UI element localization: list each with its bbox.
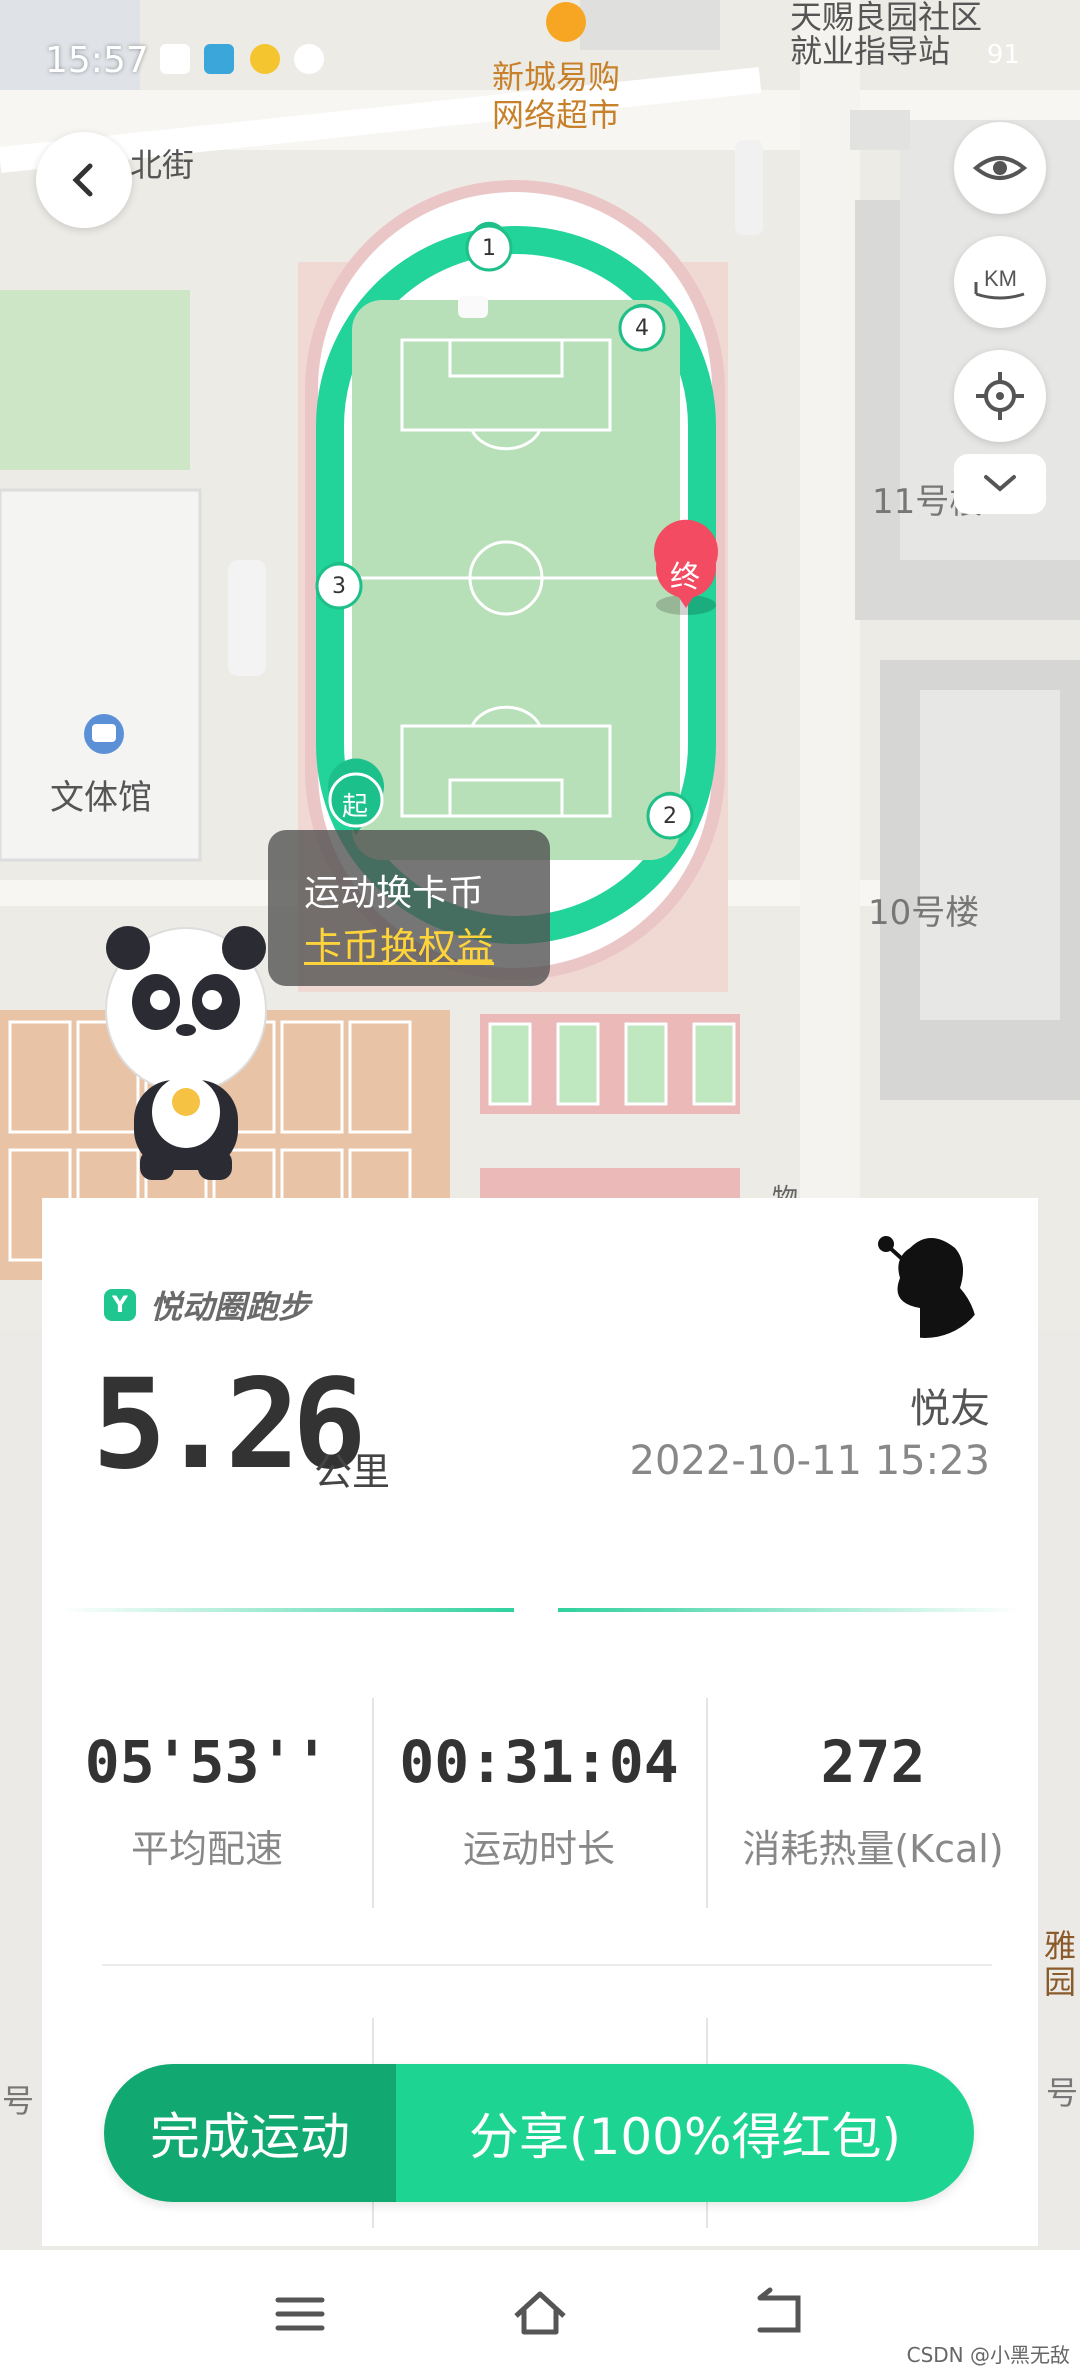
chat-notification-icon (294, 44, 324, 74)
music-notification-icon (250, 44, 280, 74)
edge-text-right: 号 (1046, 2074, 1079, 2112)
map-view[interactable]: 新城易购 网络超市 天赐良园社区 就业指导站 北街 文体馆 11号楼 10号楼 … (0, 0, 1080, 1330)
calories-value: 272 (820, 1728, 926, 1796)
promo-link[interactable]: 卡币换权益 (304, 916, 494, 971)
collapse-controls-button[interactable] (954, 454, 1046, 514)
back-button[interactable] (36, 132, 132, 228)
pace-label: 平均配速 (130, 1827, 283, 1871)
user-name: 悦友 (910, 1386, 990, 1432)
app-notification-icon (160, 44, 190, 74)
chevron-down-icon (984, 475, 1016, 492)
calories-label: 消耗热量(Kcal) (742, 1827, 1004, 1871)
start-marker-label: 起 (342, 792, 369, 822)
back-arrow-icon (72, 163, 93, 197)
edge-text-ya: 雅园 (1044, 1927, 1077, 2001)
km-marker-toggle-button[interactable]: KM (954, 236, 1046, 328)
duration-label: 运动时长 (462, 1827, 615, 1871)
stat-pace: 05'53'' 平均配速 (42, 1728, 372, 1873)
boss-notification-icon (204, 44, 234, 74)
watermark: CSDN @小黑无敌 (906, 2343, 1070, 2367)
pace-value: 05'53'' (84, 1728, 330, 1796)
km-marker-2-label: 2 (663, 804, 677, 829)
promo-line-1: 运动换卡币 (304, 873, 485, 914)
divider-right (558, 1608, 1020, 1612)
locate-icon (976, 372, 1024, 420)
distance-unit: 公里 (314, 1450, 391, 1494)
map-canvas (0, 0, 1080, 1330)
run-datetime: 2022-10-11 15:23 (629, 1438, 990, 1484)
end-marker-label: 终 (670, 560, 700, 595)
duration-value: 00:31:04 (399, 1728, 679, 1796)
stats-row-divider (102, 1964, 992, 1966)
km-marker-4-label: 4 (635, 316, 649, 341)
km-marker-1-label: 1 (482, 236, 496, 261)
status-time: 15:57 (45, 40, 149, 81)
eye-icon (972, 156, 1028, 180)
visibility-toggle-button[interactable] (954, 122, 1046, 214)
finish-workout-button[interactable]: 完成运动 (104, 2064, 396, 2202)
stat-duration: 00:31:04 运动时长 (374, 1728, 704, 1873)
avatar-silhouette-icon (878, 1236, 978, 1338)
avatar[interactable] (860, 1208, 990, 1338)
system-nav-bar: CSDN @小黑无敌 (0, 2250, 1080, 2376)
divider-left (62, 1608, 514, 1612)
building-10-label: 10号楼 (868, 893, 980, 933)
street-label: 北街 (130, 146, 195, 184)
svg-text:KM: KM (984, 266, 1017, 291)
km-icon: KM (974, 266, 1025, 300)
culture-hall-label: 文体馆 (50, 778, 152, 818)
share-button[interactable]: 分享(100%得红包) (396, 2064, 974, 2202)
locate-button[interactable] (954, 350, 1046, 442)
km-marker-3-label: 3 (332, 574, 346, 599)
home-icon[interactable] (510, 2286, 570, 2342)
status-bar: 15:57 91 (0, 0, 1080, 110)
menu-icon[interactable] (270, 2286, 330, 2342)
status-battery: 91 (986, 40, 1020, 70)
back-nav-icon[interactable] (750, 2286, 810, 2342)
coin-promo-bubble[interactable]: 运动换卡币 卡币换权益 (268, 830, 550, 986)
brand-logo-icon: Y (104, 1289, 136, 1321)
action-bar: 完成运动 分享(100%得红包) (104, 2064, 974, 2202)
edge-text-left: 号 (2, 2082, 35, 2120)
brand: Y 悦动圈跑步 (104, 1282, 310, 1328)
brand-name: 悦动圈跑步 (150, 1288, 311, 1326)
stat-calories: 272 消耗热量(Kcal) (708, 1728, 1038, 1873)
